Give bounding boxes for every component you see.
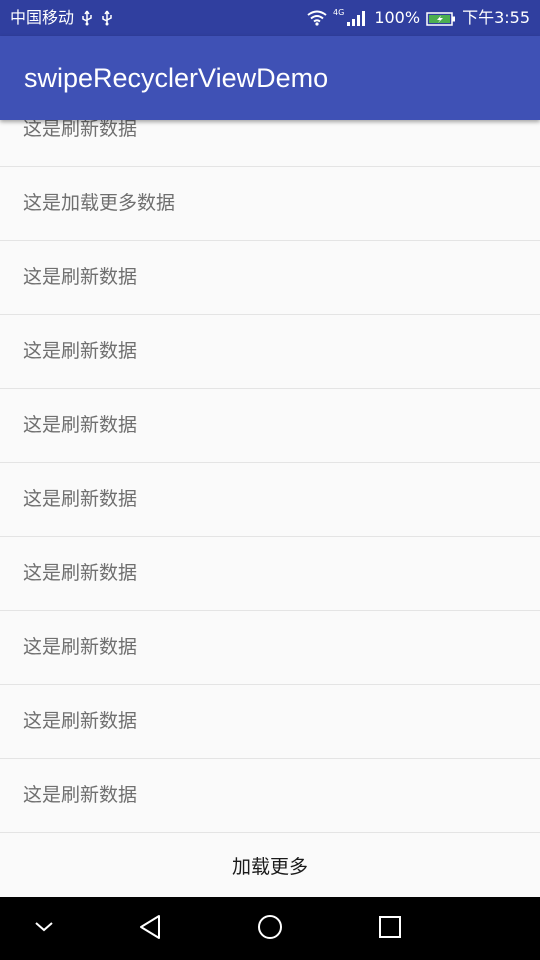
list-item[interactable]: 这是刷新数据 — [0, 759, 540, 833]
list-item-label: 这是刷新数据 — [23, 636, 138, 658]
app-title: swipeRecyclerViewDemo — [24, 63, 329, 93]
list-item[interactable]: 这是刷新数据 — [0, 120, 540, 167]
signal-icon — [346, 10, 368, 26]
recycler-list[interactable]: 这是刷新数据 这是加载更多数据 这是刷新数据 这是刷新数据 这是刷新数据 这是刷… — [0, 120, 540, 897]
load-more-footer[interactable]: 加载更多 — [0, 833, 540, 897]
list-item[interactable]: 这是加载更多数据 — [0, 167, 540, 241]
battery-charging-icon — [426, 11, 456, 26]
list-item-label: 这是刷新数据 — [23, 562, 138, 584]
list-content: 这是刷新数据 这是加载更多数据 这是刷新数据 这是刷新数据 这是刷新数据 这是刷… — [0, 120, 540, 897]
recents-icon — [377, 914, 403, 944]
network-type: 4G — [333, 8, 345, 17]
usb-icon — [80, 10, 94, 26]
status-bar: 中国移动 4G 100% 下午3:55 — [0, 0, 540, 36]
list-item-label: 这是刷新数据 — [23, 784, 138, 806]
app-bar: swipeRecyclerViewDemo — [0, 36, 540, 120]
home-button[interactable] — [240, 897, 300, 960]
usb-icon — [100, 10, 114, 26]
list-item[interactable]: 这是刷新数据 — [0, 537, 540, 611]
list-item[interactable]: 这是刷新数据 — [0, 611, 540, 685]
chevron-down-icon — [33, 919, 55, 938]
recents-button[interactable] — [360, 897, 420, 960]
back-icon — [137, 913, 163, 945]
list-item[interactable]: 这是刷新数据 — [0, 463, 540, 537]
list-item[interactable]: 这是刷新数据 — [0, 685, 540, 759]
list-item-label: 这是刷新数据 — [23, 120, 138, 140]
status-bar-left: 中国移动 — [10, 0, 114, 36]
battery-percent: 100% — [374, 8, 421, 27]
list-item-label: 这是刷新数据 — [23, 710, 138, 732]
list-item-label: 这是刷新数据 — [23, 414, 138, 436]
carrier-name: 中国移动 — [10, 8, 75, 27]
home-icon — [256, 913, 284, 945]
list-item[interactable]: 这是刷新数据 — [0, 315, 540, 389]
list-item-label: 这是加载更多数据 — [23, 192, 176, 214]
hide-nav-button[interactable] — [14, 897, 74, 960]
list-item-label: 这是刷新数据 — [23, 340, 138, 362]
list-item-label: 这是刷新数据 — [23, 266, 138, 288]
clock: 下午3:55 — [462, 8, 530, 27]
back-button[interactable] — [120, 897, 180, 960]
wifi-icon — [307, 10, 327, 26]
load-more-label: 加载更多 — [231, 856, 308, 878]
status-bar-right: 4G 100% 下午3:55 — [307, 0, 530, 36]
list-item[interactable]: 这是刷新数据 — [0, 389, 540, 463]
navigation-bar — [0, 897, 540, 960]
list-item[interactable]: 这是刷新数据 — [0, 241, 540, 315]
list-item-label: 这是刷新数据 — [23, 488, 138, 510]
